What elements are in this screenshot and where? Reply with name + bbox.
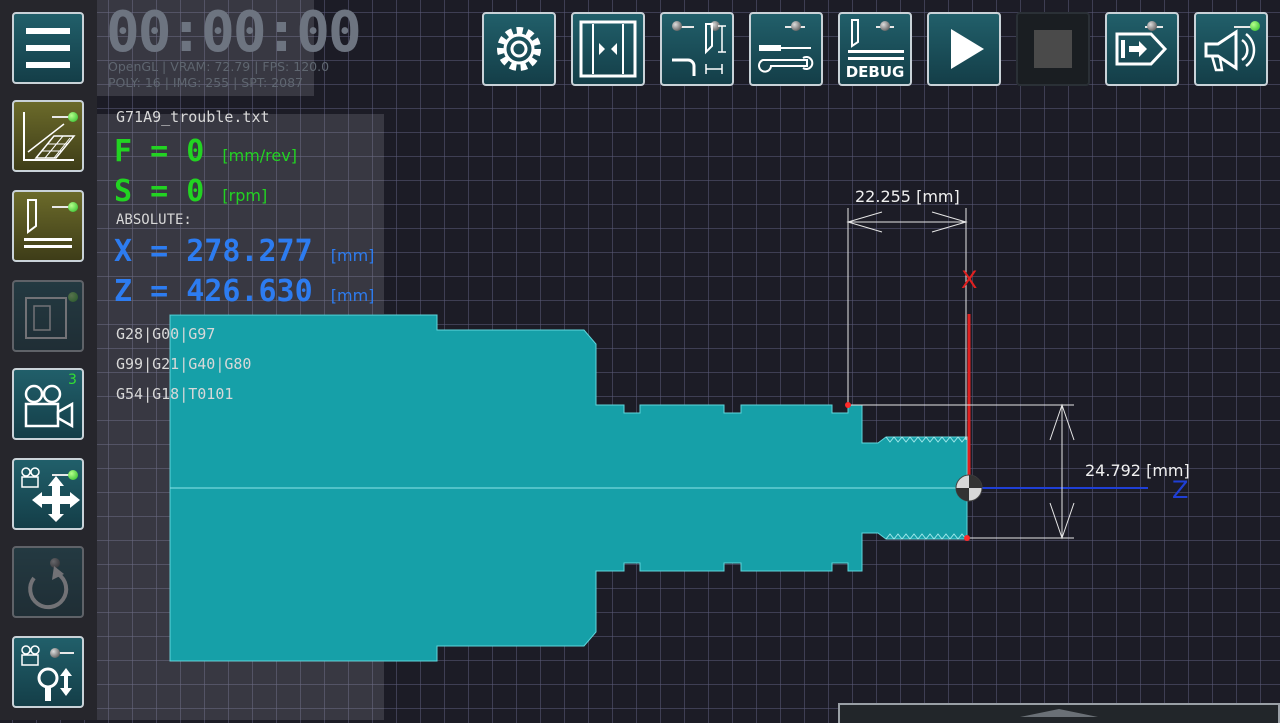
- toggle-grid-button[interactable]: [12, 100, 84, 172]
- feed-value: F = 0: [114, 134, 205, 169]
- exit-button[interactable]: [1105, 12, 1179, 86]
- modal-gcodes-line1: G28|G00|G97: [116, 325, 216, 343]
- settings-button[interactable]: [482, 12, 556, 86]
- fit-view-icon: [579, 20, 637, 78]
- measure-tool-icon: [672, 23, 726, 76]
- chevron-up-icon: [1020, 709, 1098, 717]
- info-panel-lower: [97, 314, 170, 720]
- z-position-value: Z = 426.630: [114, 274, 313, 309]
- hamburger-icon: [26, 28, 70, 68]
- debug-button[interactable]: DEBUG: [838, 12, 912, 86]
- sound-button[interactable]: [1194, 12, 1268, 86]
- part-top-half: [169, 314, 968, 489]
- tool-setup-button[interactable]: [749, 12, 823, 86]
- dimensions-button[interactable]: [660, 12, 734, 86]
- modal-gcodes-line2: G99|G21|G40|G80: [116, 355, 252, 373]
- z-position-unit: [mm]: [330, 286, 375, 305]
- camera-icon: [24, 384, 74, 429]
- part-bottom-half: [169, 487, 968, 662]
- speed-readout: S = 0 [rpm]: [114, 174, 267, 214]
- x-position-unit: [mm]: [330, 246, 375, 265]
- machine-view-button[interactable]: [12, 280, 84, 352]
- coordinate-mode-label: ABSOLUTE:: [116, 212, 192, 228]
- gear-icon: [497, 27, 541, 71]
- rotate-icon: [28, 566, 69, 610]
- camera-rotate-button[interactable]: [12, 546, 84, 618]
- axis-z-label: Z: [1172, 476, 1189, 504]
- bottom-drawer-handle[interactable]: [838, 703, 1280, 723]
- x-position-value: X = 278.277: [114, 234, 313, 269]
- dimension-width-label: 22.255 [mm]: [855, 187, 960, 206]
- render-stats-line2: POLY: 16 | IMG: 255 | SPT: 2087: [108, 75, 303, 90]
- camera-select-button[interactable]: 3: [12, 368, 84, 440]
- grid-plane-icon: [23, 112, 76, 161]
- menu-button[interactable]: [12, 12, 84, 84]
- zoom-icon: [21, 645, 72, 701]
- camera-pan-button[interactable]: [12, 458, 84, 530]
- tools-icon: [758, 45, 814, 73]
- debug-label: DEBUG: [845, 63, 905, 81]
- stop-button[interactable]: [1016, 12, 1090, 86]
- machine-icon: [25, 297, 67, 339]
- speed-unit: [rpm]: [222, 186, 268, 205]
- origin-marker: [955, 474, 983, 502]
- lathe-tool-icon: [24, 199, 72, 248]
- render-stats-line1: OpenGL | VRAM: 72.79 | FPS: 120.0: [108, 59, 330, 74]
- fit-view-button[interactable]: [571, 12, 645, 86]
- toggle-tool-path-button[interactable]: [12, 190, 84, 262]
- play-button[interactable]: [927, 12, 1001, 86]
- megaphone-icon: [1204, 29, 1256, 72]
- camera-zoom-button[interactable]: [12, 636, 84, 708]
- x-position-readout: X = 278.277 [mm]: [114, 234, 374, 274]
- part-profile: [169, 314, 968, 662]
- play-icon: [951, 29, 984, 69]
- feed-unit: [mm/rev]: [222, 146, 297, 165]
- speed-value: S = 0: [114, 174, 205, 209]
- stop-icon: [1034, 30, 1072, 68]
- axis-x-label: X: [961, 266, 978, 294]
- program-filename: G71A9_trouble.txt: [116, 108, 270, 126]
- feed-readout: F = 0 [mm/rev]: [114, 134, 297, 174]
- exit-icon: [1115, 32, 1168, 66]
- elapsed-timer: 00:00:00: [106, 0, 362, 65]
- z-position-readout: Z = 426.630 [mm]: [114, 274, 374, 314]
- modal-gcodes-line3: G54|G18|T0101: [116, 385, 234, 403]
- info-panel-bottom: [170, 661, 384, 720]
- move-arrows-icon: [21, 467, 80, 522]
